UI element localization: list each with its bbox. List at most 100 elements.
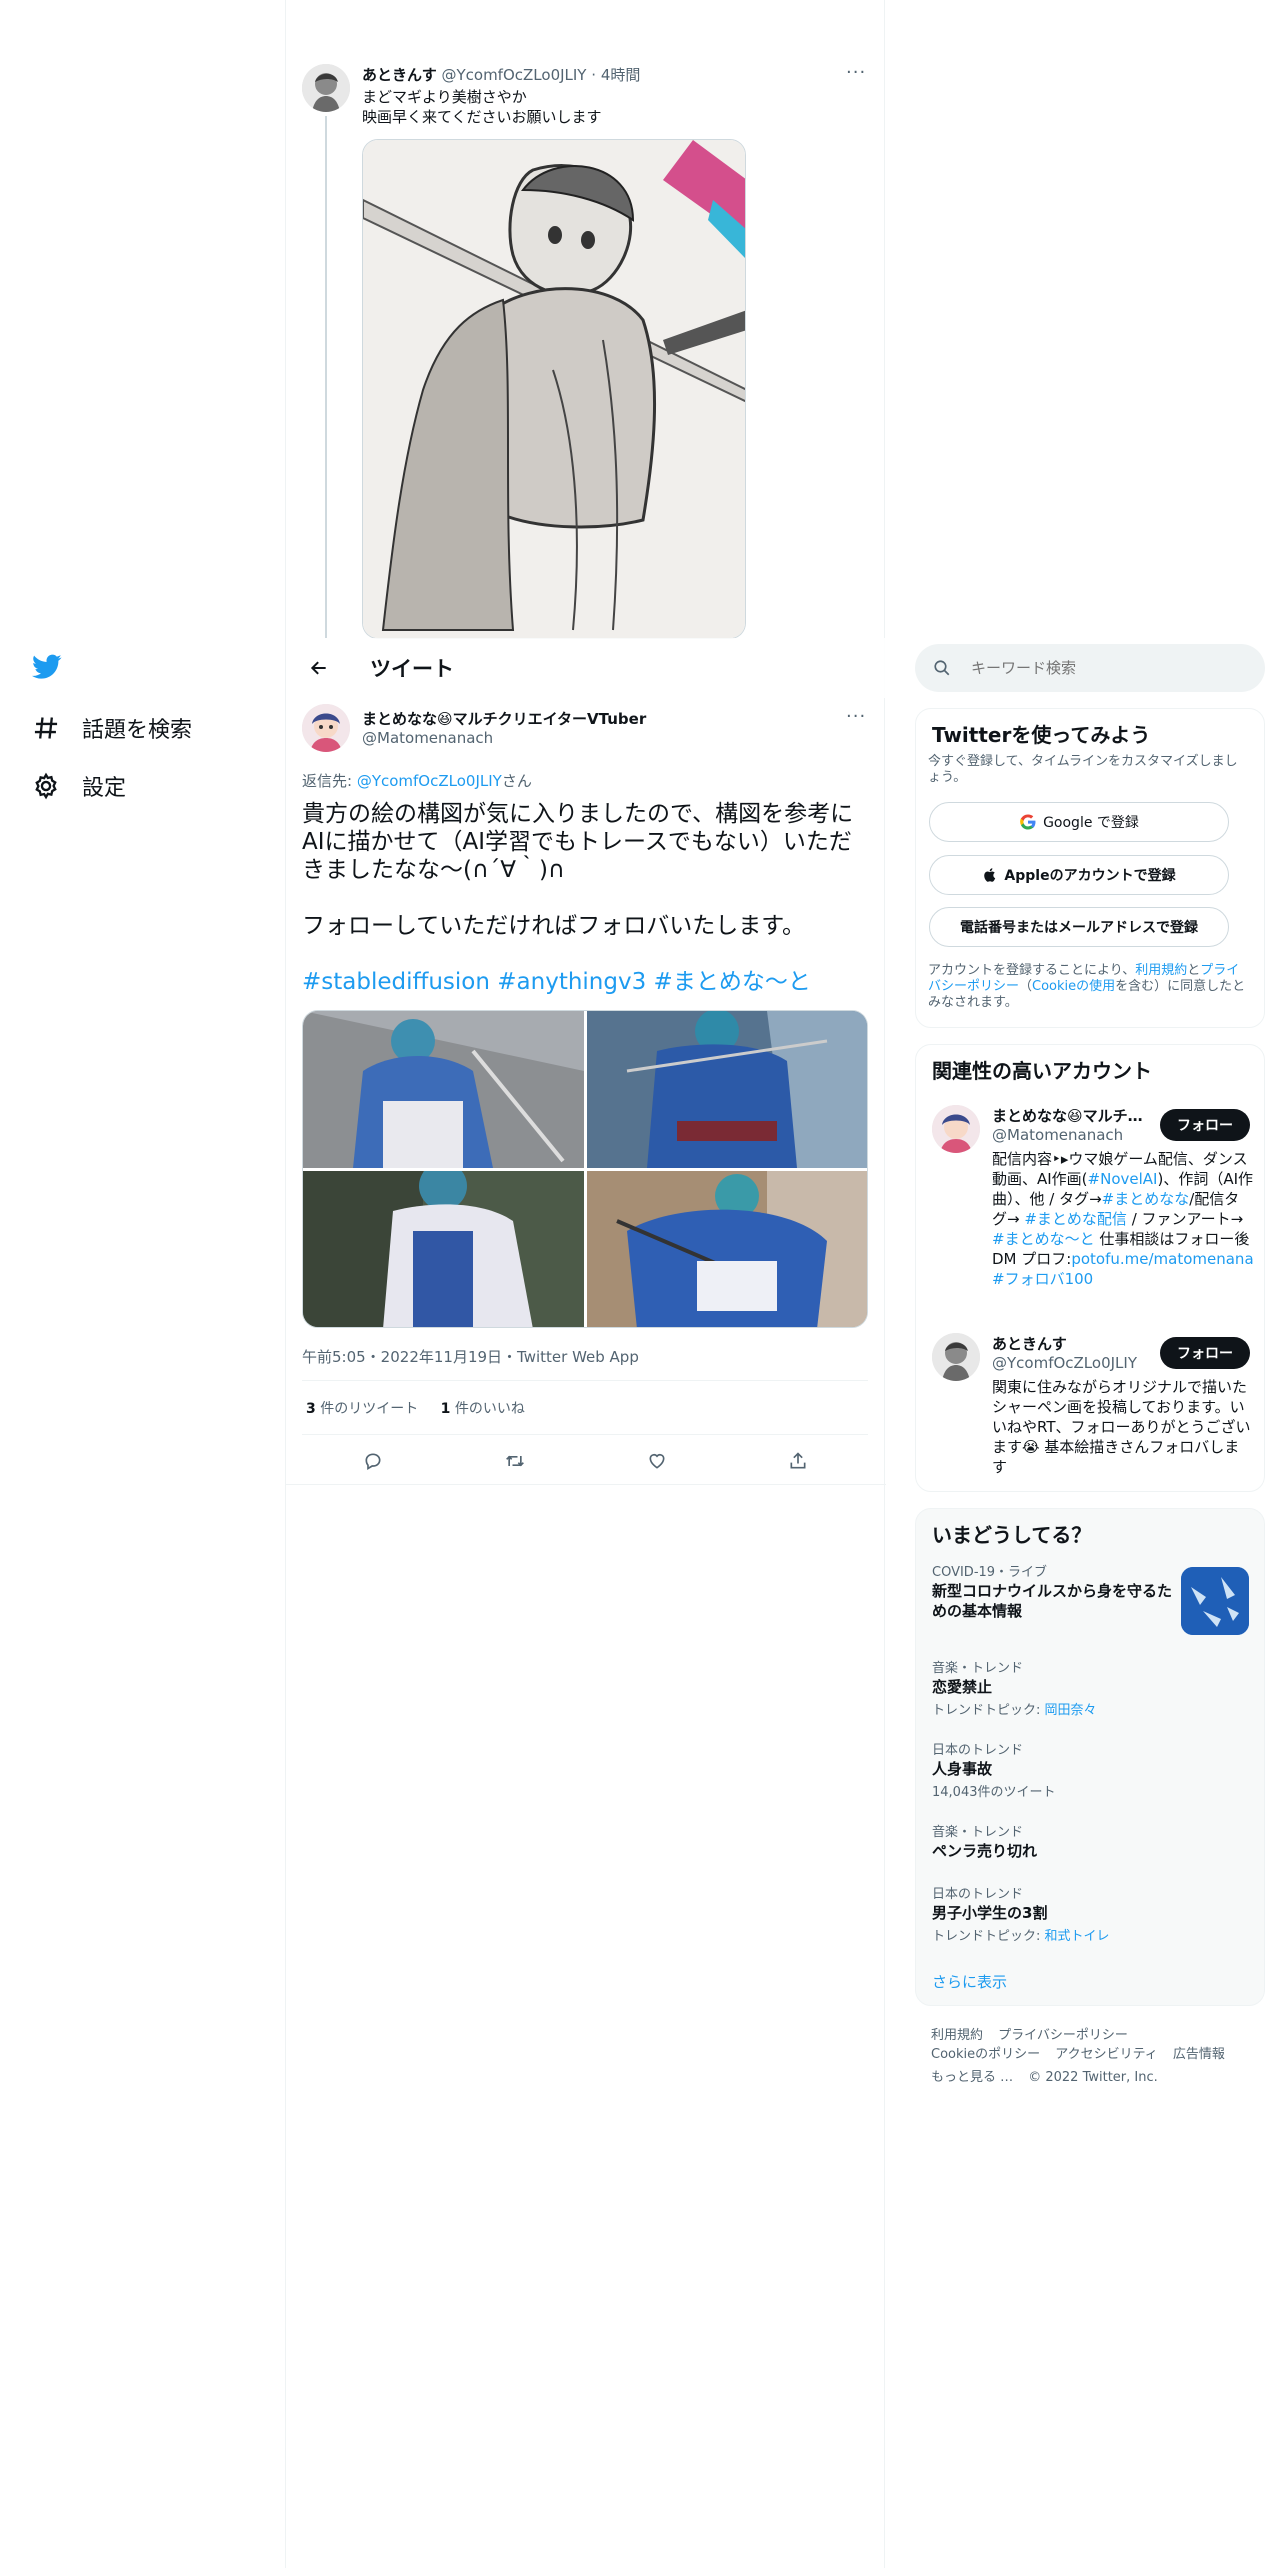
parent-time[interactable]: 4時間 — [601, 66, 641, 84]
tweet-media-grid — [302, 1010, 868, 1328]
thread-line — [325, 116, 327, 638]
bio-link-followback[interactable]: #フォロバ100 — [992, 1270, 1093, 1288]
parent-display-name[interactable]: あときんす — [362, 66, 437, 84]
main-column: あときんす @YcomfOcZLo0JLIY · 4時間 ··· まどマギより美… — [285, 0, 886, 2568]
trends-card: いまどうしてる？ COVID-19・ライブ 新型コロナウイルスから身を守るための… — [915, 1508, 1265, 2006]
signup-title: Twitterを使ってみよう — [932, 723, 1151, 747]
reply-to-line: 返信先: @YcomfOcZLo0JLIYさん — [302, 770, 532, 791]
phone-email-signup-button[interactable]: 電話番号またはメールアドレスで登録 — [929, 907, 1229, 947]
bio-link-fanart-tag[interactable]: #まとめな～と — [992, 1230, 1095, 1248]
share-button[interactable] — [778, 1446, 818, 1476]
trend-item[interactable]: 日本のトレンド 人身事故 14,043件のツイート — [916, 1739, 1266, 1803]
retweet-stat[interactable]: 3 件のリツイート — [306, 1401, 418, 1417]
tweet-more-button[interactable]: ··· — [846, 706, 866, 727]
heart-icon — [649, 1453, 665, 1469]
nav-explore[interactable]: 話題を検索 — [32, 712, 192, 744]
tweet-body-paragraph2: フォローしていただければフォロバいたします。 — [302, 913, 806, 939]
bio-link-matomenana[interactable]: #まとめなな — [1102, 1190, 1190, 1208]
related-avatar-1[interactable] — [932, 1105, 980, 1153]
search-input[interactable] — [971, 659, 1231, 677]
parent-handle[interactable]: @YcomfOcZLo0JLIY — [441, 66, 586, 84]
parent-tweet-text: まどマギより美樹さやか 映画早く来てくださいお願いします — [362, 87, 602, 127]
parent-tweet-image[interactable] — [362, 139, 746, 639]
terms-link[interactable]: 利用規約 — [1135, 963, 1187, 978]
trend-item[interactable]: COVID-19・ライブ 新型コロナウイルスから身を守るための基本情報 — [916, 1561, 1266, 1641]
trend-item[interactable]: 音楽・トレンド 恋愛禁止 トレンドトピック: 岡田奈々 — [916, 1657, 1266, 1721]
hashtag-link-1[interactable]: #stablediffusion — [302, 969, 490, 995]
parent-text-line1: まどマギより美樹さやか — [362, 88, 527, 106]
media-image-2[interactable] — [587, 1011, 867, 1168]
parent-more-button[interactable]: ··· — [846, 62, 866, 83]
apple-signup-label: Appleのアカウントで登録 — [1004, 868, 1176, 884]
tweet-page-header: ツイート — [286, 638, 886, 698]
footer-more-link[interactable]: もっと見る … — [931, 2070, 1013, 2085]
author-display-name[interactable]: まとめなな😆マルチクリエイターVTuber — [362, 708, 646, 729]
like-stat[interactable]: 1 件のいいね — [441, 1401, 525, 1417]
phone-email-signup-label: 電話番号またはメールアドレスで登録 — [960, 920, 1198, 936]
share-icon — [790, 1452, 806, 1469]
trend-topic-link[interactable]: 岡田奈々 — [1045, 1703, 1097, 1718]
author-avatar[interactable] — [302, 704, 350, 752]
retweet-button[interactable] — [495, 1446, 535, 1476]
apple-icon — [984, 868, 996, 882]
bio-link-stream-tag[interactable]: #まとめな配信 — [1024, 1210, 1127, 1228]
media-image-3[interactable] — [303, 1162, 584, 1327]
divider — [302, 1434, 868, 1435]
cookie-link[interactable]: Cookieの使用 — [1032, 979, 1115, 994]
related-name-1[interactable]: まとめなな😆マルチ… — [992, 1105, 1142, 1126]
tweet-body: 貴方の絵の構図が気に入りましたので、構図を参考にAIに描かせて（AI学習でもトレ… — [302, 800, 868, 996]
reply-prefix: 返信先: — [302, 772, 357, 790]
parent-text-line2: 映画早く来てくださいお願いします — [362, 108, 602, 126]
media-image-4[interactable] — [587, 1171, 867, 1327]
apple-signup-button[interactable]: Appleのアカウントで登録 — [929, 855, 1229, 895]
footer-privacy-link[interactable]: プライバシーポリシー — [998, 2028, 1128, 2043]
google-signup-button[interactable]: Google で登録 — [929, 802, 1229, 842]
nav-settings[interactable]: 設定 — [32, 770, 126, 802]
hashtag-icon — [34, 717, 58, 739]
hashtag-link-3[interactable]: #まとめな～と — [654, 969, 811, 995]
retweet-icon — [506, 1455, 524, 1467]
bio-link-novelai[interactable]: #NovelAI — [1088, 1170, 1158, 1188]
related-avatar-2[interactable] — [932, 1333, 980, 1381]
related-handle-2[interactable]: @YcomfOcZLo0JLIY — [992, 1354, 1137, 1372]
nav-explore-label: 話題を検索 — [82, 718, 193, 743]
hashtag-link-2[interactable]: #anythingv3 — [497, 969, 646, 995]
show-more-link[interactable]: さらに表示 — [932, 1971, 1007, 1992]
signup-card: Twitterを使ってみよう 今すぐ登録して、タイムラインをカスタマイズしましょ… — [915, 708, 1265, 1028]
media-image-1[interactable] — [303, 1011, 584, 1168]
like-button[interactable] — [637, 1446, 677, 1476]
sidebar-footer: 利用規約 プライバシーポリシー Cookieのポリシー アクセシビリティ 広告情… — [931, 2024, 1261, 2085]
trend-topic-link[interactable]: 和式トイレ — [1045, 1929, 1110, 1944]
tweet-timestamp[interactable]: 午前5:05・2022年11月19日・Twitter Web App — [302, 1346, 639, 1367]
follow-button-2[interactable]: フォロー — [1160, 1337, 1250, 1369]
footer-cookie-link[interactable]: Cookieのポリシー — [931, 2047, 1040, 2062]
footer-accessibility-link[interactable]: アクセシビリティ — [1055, 2047, 1158, 2062]
related-title: 関連性の高いアカウント — [932, 1059, 1152, 1083]
tweet-hashtags: #stablediffusion #anythingv3 #まとめな～と — [302, 968, 868, 996]
related-handle-1[interactable]: @Matomenanach — [992, 1126, 1123, 1144]
follow-button-1[interactable]: フォロー — [1160, 1109, 1250, 1141]
parent-avatar[interactable] — [302, 64, 350, 112]
parent-tweet-header: あときんす @YcomfOcZLo0JLIY · 4時間 — [362, 66, 641, 84]
related-name-2[interactable]: あときんす — [992, 1333, 1067, 1354]
footer-ads-link[interactable]: 広告情報 — [1173, 2047, 1225, 2062]
back-button[interactable] — [302, 651, 336, 685]
bio-link-potofu[interactable]: potofu.me/matomenana — [1071, 1250, 1253, 1268]
footer-terms-link[interactable]: 利用規約 — [931, 2028, 983, 2043]
trend-item[interactable]: 日本のトレンド 男子小学生の3割 トレンドトピック: 和式トイレ — [916, 1883, 1266, 1947]
author-handle[interactable]: @Matomenanach — [362, 729, 493, 747]
signup-subtitle: 今すぐ登録して、タイムラインをカスタマイズしましょう。 — [928, 754, 1238, 785]
page-title: ツイート — [370, 657, 454, 681]
arrow-left-icon — [310, 661, 326, 675]
reply-button[interactable] — [353, 1446, 393, 1476]
related-bio-1: 配信内容‣▸ウマ娘ゲーム配信、ダンス動画、AI作画(#NovelAI)、作詞（A… — [992, 1150, 1254, 1288]
footer-copyright: © 2022 Twitter, Inc. — [1028, 2070, 1158, 2085]
twitter-logo-icon[interactable] — [32, 654, 62, 684]
search-box[interactable] — [915, 644, 1265, 692]
reply-icon — [365, 1453, 381, 1470]
reply-handle-link[interactable]: @YcomfOcZLo0JLIY — [357, 772, 502, 790]
divider — [302, 1380, 868, 1381]
related-accounts-card: 関連性の高いアカウント まとめなな😆マルチ… @Matomenanach フォロ… — [915, 1044, 1265, 1492]
trend-item[interactable]: 音楽・トレンド ペンラ売り切れ — [916, 1821, 1266, 1865]
reply-suffix: さん — [501, 772, 532, 790]
